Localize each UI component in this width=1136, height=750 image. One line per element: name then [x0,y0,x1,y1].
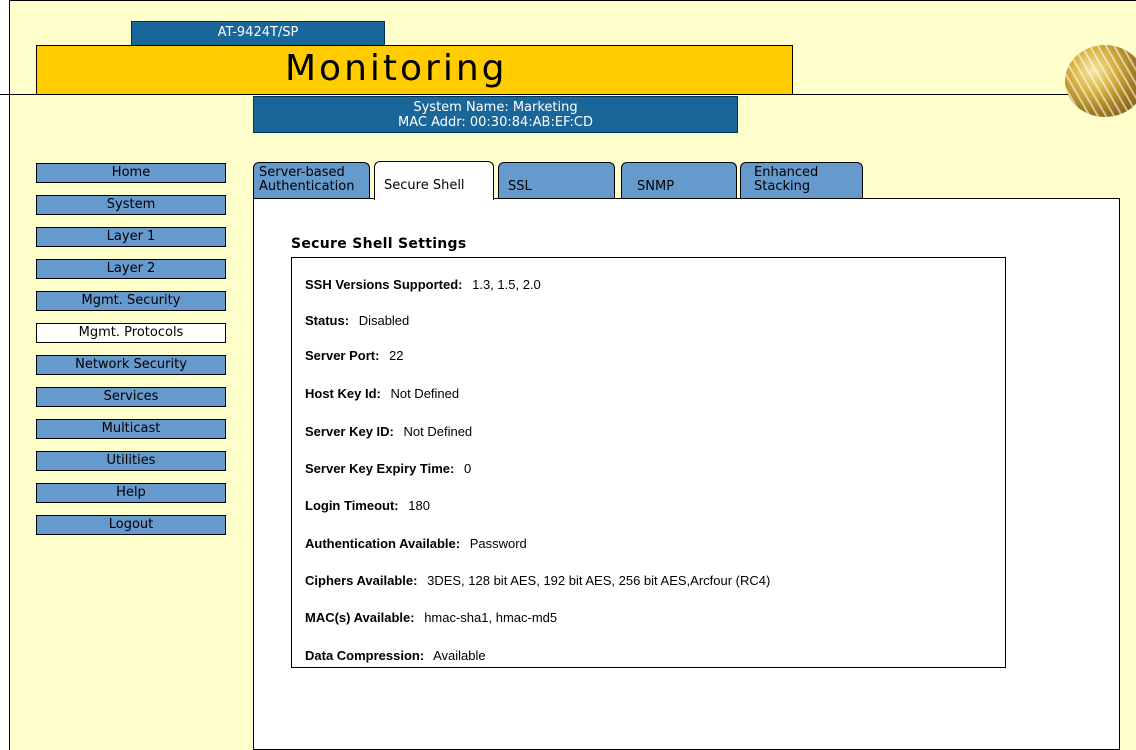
tab-server-based-authentication[interactable]: Server-based Authentication [253,162,370,200]
tab-secure-shell[interactable]: Secure Shell [374,161,494,200]
setting-label: SSH Versions Supported: [305,277,463,292]
tab-enhanced-stacking[interactable]: Enhanced Stacking [740,162,863,200]
tab-label-line1: Server-based [259,165,345,180]
nav-services[interactable]: Services [36,387,226,407]
setting-row: Authentication Available: Password [305,536,527,551]
setting-row: Login Timeout: 180 [305,498,430,513]
page-title: Monitoring [285,48,508,89]
tab-ssl[interactable]: SSL [498,162,615,200]
globe-logo-icon [1065,45,1136,117]
setting-row: Data Compression: Available [305,648,486,663]
setting-value: Disabled [358,313,410,328]
setting-value: 22 [389,348,404,363]
system-name: System Name: Marketing [413,100,578,115]
setting-value: Password [469,536,527,551]
setting-label: Server Port: [305,348,380,363]
tab-label: SNMP [637,179,675,194]
nav-layer-1[interactable]: Layer 1 [36,227,226,247]
setting-value: 1.3, 1.5, 2.0 [472,277,541,292]
nav-logout[interactable]: Logout [36,515,226,535]
tab-label-line2: Authentication [259,179,355,194]
nav-mgmt-protocols[interactable]: Mgmt. Protocols [36,323,226,343]
nav-help[interactable]: Help [36,483,226,503]
tab-snmp[interactable]: SNMP [621,162,737,200]
setting-value: 0 [463,461,472,476]
setting-label: Ciphers Available: [305,573,418,588]
setting-value: Not Defined [390,386,460,401]
setting-value: Available [433,648,486,663]
system-info-box: System Name: Marketing MAC Addr: 00:30:8… [253,96,738,133]
setting-label: Server Key Expiry Time: [305,461,455,476]
tab-label: Secure Shell [384,178,465,193]
header-divider [0,94,1127,95]
section-title: Secure Shell Settings [291,236,467,252]
nav-multicast[interactable]: Multicast [36,419,226,439]
setting-value: hmac-sha1, hmac-md5 [424,610,558,625]
setting-label: Data Compression: [305,648,425,663]
setting-row: Ciphers Available: 3DES, 128 bit AES, 19… [305,573,770,588]
setting-row: Server Key Expiry Time: 0 [305,461,471,476]
tab-label: SSL [508,179,532,194]
nav-system[interactable]: System [36,195,226,215]
setting-label: Host Key Id: [305,386,381,401]
setting-label: Authentication Available: [305,536,461,551]
tab-label-line1: Enhanced [754,165,819,180]
setting-row: Host Key Id: Not Defined [305,386,459,401]
setting-value: 3DES, 128 bit AES, 192 bit AES, 256 bit … [427,573,771,588]
setting-label: Server Key ID: [305,424,394,439]
setting-row: SSH Versions Supported: 1.3, 1.5, 2.0 [305,277,541,292]
nav-utilities[interactable]: Utilities [36,451,226,471]
tab-label-line2: Stacking [754,179,811,194]
setting-label: Status: [305,313,350,328]
sidebar-nav: Home System Layer 1 Layer 2 Mgmt. Securi… [36,163,226,547]
setting-label: Login Timeout: [305,498,399,513]
device-model-label: AT-9424T/SP [131,21,385,45]
setting-label: MAC(s) Available: [305,610,415,625]
setting-row: MAC(s) Available: hmac-sha1, hmac-md5 [305,610,557,625]
nav-mgmt-security[interactable]: Mgmt. Security [36,291,226,311]
setting-row: Status: Disabled [305,313,409,328]
nav-layer-2[interactable]: Layer 2 [36,259,226,279]
setting-value: 180 [408,498,430,513]
setting-row: Server Key ID: Not Defined [305,424,472,439]
mac-address: MAC Addr: 00:30:84:AB:EF:CD [398,115,593,130]
setting-value: Not Defined [403,424,473,439]
settings-box: SSH Versions Supported: 1.3, 1.5, 2.0 St… [291,257,1006,668]
setting-row: Server Port: 22 [305,348,404,363]
nav-home[interactable]: Home [36,163,226,183]
page-title-bar: Monitoring [36,45,793,95]
nav-network-security[interactable]: Network Security [36,355,226,375]
